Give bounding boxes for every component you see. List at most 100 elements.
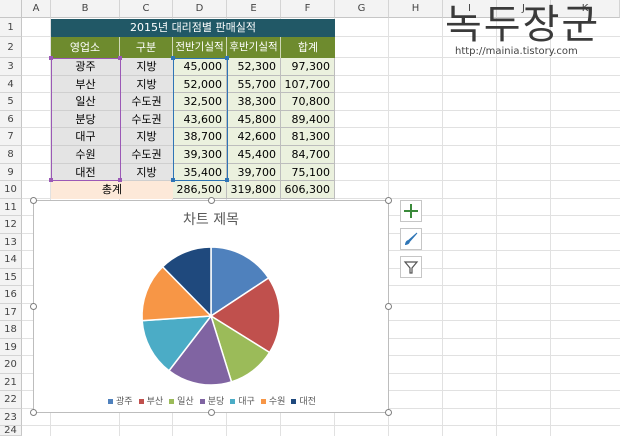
range-handle[interactable] bbox=[118, 56, 122, 60]
cell-sum[interactable]: 84,700 bbox=[281, 146, 335, 164]
total-first-half[interactable]: 286,500 bbox=[173, 181, 227, 199]
select-all-corner[interactable] bbox=[0, 0, 22, 18]
legend-label: 부산 bbox=[146, 397, 164, 407]
cell-type[interactable]: 수도권 bbox=[120, 111, 173, 128]
row-header-24[interactable]: 24 bbox=[0, 426, 22, 436]
cell-second-half[interactable]: 55,700 bbox=[227, 76, 281, 93]
cell-sum[interactable]: 107,700 bbox=[281, 76, 335, 93]
total-sum[interactable]: 606,300 bbox=[281, 181, 335, 199]
table-title[interactable]: 2015년 대리점별 판매실적 bbox=[51, 19, 335, 37]
column-header-c[interactable]: C bbox=[120, 0, 173, 18]
column-header-b[interactable]: B bbox=[51, 0, 120, 18]
cell-sum[interactable]: 89,400 bbox=[281, 111, 335, 128]
cell-type[interactable]: 수도권 bbox=[120, 146, 173, 164]
cell-sum[interactable]: 97,300 bbox=[281, 58, 335, 76]
column-header-h[interactable]: H bbox=[389, 0, 443, 18]
cell-type[interactable]: 지방 bbox=[120, 76, 173, 93]
row-header-8[interactable]: 8 bbox=[0, 146, 22, 164]
row-header-6[interactable]: 6 bbox=[0, 111, 22, 128]
chart-resize-handle[interactable] bbox=[385, 409, 392, 416]
column-header-g[interactable]: G bbox=[335, 0, 389, 18]
column-header-a[interactable]: A bbox=[22, 0, 51, 18]
chart-resize-handle[interactable] bbox=[30, 409, 37, 416]
cell-sum[interactable]: 75,100 bbox=[281, 164, 335, 181]
cell-second-half[interactable]: 39,700 bbox=[227, 164, 281, 181]
chart-resize-handle[interactable] bbox=[30, 303, 37, 310]
column-header-f[interactable]: F bbox=[281, 0, 335, 18]
cell-type[interactable]: 지방 bbox=[120, 128, 173, 146]
cell-second-half[interactable]: 45,400 bbox=[227, 146, 281, 164]
legend-item[interactable]: 광주 bbox=[108, 394, 133, 407]
row-header-20[interactable]: 20 bbox=[0, 356, 22, 374]
legend-item[interactable]: 대구 bbox=[230, 394, 255, 407]
row-header-17[interactable]: 17 bbox=[0, 304, 22, 321]
row-header-14[interactable]: 14 bbox=[0, 251, 22, 269]
chart-filters-button[interactable] bbox=[400, 256, 422, 278]
header-total[interactable]: 합계 bbox=[281, 37, 335, 58]
chart-styles-button[interactable] bbox=[400, 228, 422, 250]
row-header-1[interactable]: 1 bbox=[0, 18, 22, 37]
row-header-21[interactable]: 21 bbox=[0, 374, 22, 391]
cell-second-half[interactable]: 52,300 bbox=[227, 58, 281, 76]
row-header-16[interactable]: 16 bbox=[0, 286, 22, 304]
row-header-23[interactable]: 23 bbox=[0, 409, 22, 426]
chart-resize-handle[interactable] bbox=[30, 197, 37, 204]
chart-resize-handle[interactable] bbox=[208, 409, 215, 416]
cell-type[interactable]: 지방 bbox=[120, 164, 173, 181]
header-first-half[interactable]: 전반기실적 bbox=[173, 37, 227, 58]
cell-second-half[interactable]: 38,300 bbox=[227, 93, 281, 111]
cell-sum[interactable]: 81,300 bbox=[281, 128, 335, 146]
row-header-4[interactable]: 4 bbox=[0, 76, 22, 93]
total-second-half[interactable]: 319,800 bbox=[227, 181, 281, 199]
chart-resize-handle[interactable] bbox=[208, 197, 215, 204]
cell-second-half[interactable]: 45,800 bbox=[227, 111, 281, 128]
row-header-13[interactable]: 13 bbox=[0, 234, 22, 251]
legend-label: 수원 bbox=[268, 397, 286, 407]
chart-elements-button[interactable] bbox=[400, 200, 422, 222]
row-header-12[interactable]: 12 bbox=[0, 216, 22, 234]
legend-item[interactable]: 일산 bbox=[169, 394, 194, 407]
header-type[interactable]: 구분 bbox=[120, 37, 173, 58]
row-header-18[interactable]: 18 bbox=[0, 321, 22, 339]
row-header-19[interactable]: 19 bbox=[0, 339, 22, 356]
spreadsheet: A B C D E F G H I J K 1 2 3 4 5 6 7 8 9 … bbox=[0, 0, 620, 436]
chart-title[interactable]: 차트 제목 bbox=[183, 212, 239, 228]
header-branch[interactable]: 영업소 bbox=[51, 37, 120, 58]
range-handle[interactable] bbox=[171, 56, 175, 60]
row-header-10[interactable]: 10 bbox=[0, 181, 22, 199]
range-handle[interactable] bbox=[225, 178, 229, 182]
legend-swatch bbox=[108, 399, 114, 404]
legend-item[interactable]: 부산 bbox=[138, 394, 164, 407]
legend-item[interactable]: 대전 bbox=[291, 394, 316, 407]
legend-item[interactable]: 분당 bbox=[199, 394, 224, 407]
row-header-2[interactable]: 2 bbox=[0, 37, 22, 58]
row-header-3[interactable]: 3 bbox=[0, 58, 22, 76]
row-header-9[interactable]: 9 bbox=[0, 164, 22, 181]
row-header-15[interactable]: 15 bbox=[0, 269, 22, 286]
total-label[interactable]: 총계 bbox=[51, 181, 173, 199]
range-handle[interactable] bbox=[118, 178, 122, 182]
header-second-half[interactable]: 후반기실적 bbox=[227, 37, 281, 58]
chart-resize-handle[interactable] bbox=[385, 197, 392, 204]
column-header-d[interactable]: D bbox=[173, 0, 227, 18]
row-header-22[interactable]: 22 bbox=[0, 391, 22, 409]
range-handle[interactable] bbox=[171, 178, 175, 182]
pie-chart[interactable]: 차트 제목 광주 부산 일산 분당 대구 수원 대전 bbox=[33, 200, 389, 413]
brush-icon bbox=[405, 232, 418, 245]
cell-type[interactable]: 수도권 bbox=[120, 93, 173, 111]
range-handle[interactable] bbox=[49, 56, 53, 60]
column-header-e[interactable]: E bbox=[227, 0, 281, 18]
range-handle[interactable] bbox=[225, 56, 229, 60]
row-header-7[interactable]: 7 bbox=[0, 128, 22, 146]
pie-chart-plot[interactable]: 차트 제목 bbox=[34, 201, 388, 412]
cell-second-half[interactable]: 42,600 bbox=[227, 128, 281, 146]
range-handle[interactable] bbox=[49, 178, 53, 182]
cell-type[interactable]: 지방 bbox=[120, 58, 173, 76]
chart-resize-handle[interactable] bbox=[385, 303, 392, 310]
chart-legend[interactable]: 광주 부산 일산 분당 대구 수원 대전 bbox=[34, 394, 390, 407]
legend-item[interactable]: 수원 bbox=[260, 394, 286, 407]
legend-swatch bbox=[199, 399, 205, 404]
cell-sum[interactable]: 70,800 bbox=[281, 93, 335, 111]
row-header-11[interactable]: 11 bbox=[0, 199, 22, 216]
row-header-5[interactable]: 5 bbox=[0, 93, 22, 111]
